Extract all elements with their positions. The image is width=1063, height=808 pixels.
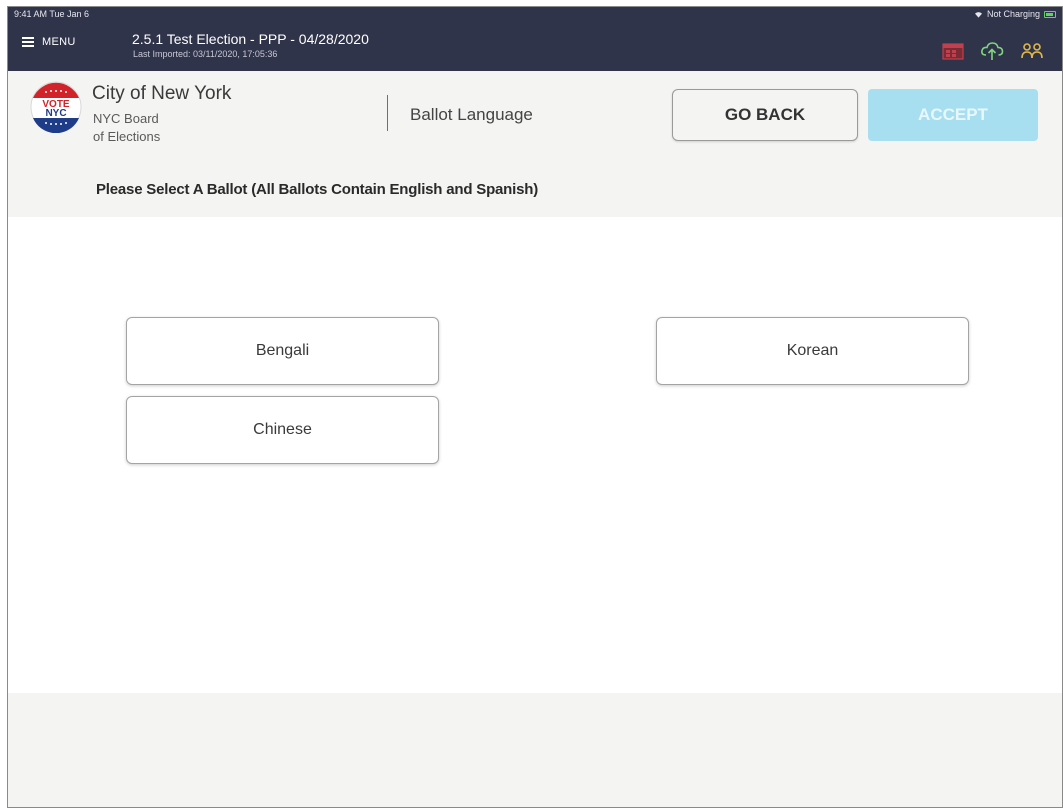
header-divider [387, 95, 388, 131]
users-icon[interactable] [1020, 42, 1044, 60]
hamburger-icon [22, 37, 34, 47]
app-bar: 9:41 AM Tue Jan 6 Not Charging MENU 2.5.… [8, 7, 1062, 71]
battery-icon [1044, 10, 1056, 18]
language-button-korean[interactable]: Korean [656, 317, 969, 385]
election-title: 2.5.1 Test Election - PPP - 04/28/2020 [132, 31, 369, 47]
status-indicators: Not Charging [974, 9, 1056, 19]
app-window: 9:41 AM Tue Jan 6 Not Charging MENU 2.5.… [7, 6, 1063, 808]
menu-button[interactable]: MENU [22, 36, 76, 48]
org-name: City of New York [92, 83, 232, 104]
accept-button[interactable]: ACCEPT [868, 89, 1038, 141]
wifi-icon [974, 11, 982, 18]
org-sub-line-1: NYC Board [93, 111, 159, 126]
status-time: 9:41 AM Tue Jan 6 [14, 9, 90, 19]
menu-label: MENU [42, 36, 76, 48]
logo-text-bottom: NYC [45, 108, 66, 119]
top-icons [942, 41, 1044, 61]
language-button-bengali[interactable]: Bengali [126, 317, 439, 385]
last-imported: Last Imported: 03/11/2020, 17:05:36 [133, 49, 278, 59]
screen-title: Ballot Language [410, 105, 533, 124]
cloud-upload-icon[interactable] [980, 41, 1004, 61]
org-sub-line-2: of Elections [93, 129, 161, 144]
ballot-instruction: Please Select A Ballot (All Ballots Cont… [96, 181, 539, 198]
language-button-chinese[interactable]: Chinese [126, 396, 439, 464]
charging-status: Not Charging [986, 9, 1040, 19]
footer-area [8, 693, 1062, 807]
calendar-icon[interactable] [942, 42, 964, 60]
vote-nyc-logo: VOTE NYC [30, 81, 82, 133]
go-back-button[interactable]: GO BACK [672, 89, 858, 141]
